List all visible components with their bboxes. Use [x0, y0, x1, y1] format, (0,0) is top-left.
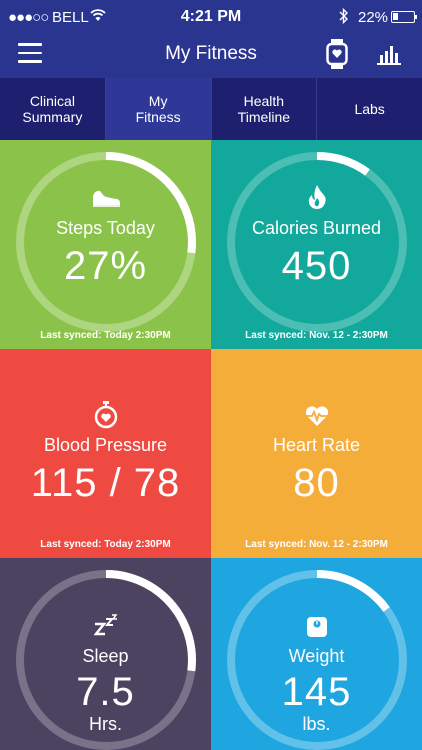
smartwatch-icon[interactable] — [326, 39, 348, 69]
heart-rate-tile[interactable]: Heart Rate 80 Last synced: Nov. 12 - 2:3… — [211, 349, 422, 558]
tab-labs[interactable]: Labs — [317, 78, 422, 140]
weight-value: 145 — [281, 670, 352, 714]
sleep-label: Sleep — [82, 646, 129, 666]
steps-tile[interactable]: Steps Today 27% Last synced: Today 2:30P… — [0, 140, 211, 349]
steps-value: 27% — [63, 244, 148, 288]
blood-pressure-value: 115 / 78 — [30, 461, 181, 505]
stopwatch-heart-icon — [93, 401, 119, 434]
calories-value: 450 — [281, 244, 352, 288]
blood-pressure-label: Blood Pressure — [43, 435, 168, 455]
weight-label: Weight — [288, 646, 345, 666]
tab-my-fitness[interactable]: My Fitness — [105, 78, 212, 140]
status-bar: ●●●○○ BELL 4:21 PM 22% — [0, 0, 422, 34]
sleep-tile[interactable]: Sleep 7.5 Hrs. — [0, 558, 211, 750]
steps-label: Steps Today — [56, 218, 155, 238]
heart-rate-last-synced: Last synced: Nov. 12 - 2:30PM — [245, 539, 388, 550]
zzz-icon — [92, 614, 118, 641]
tab-clinical-summary[interactable]: Clinical Summary — [0, 78, 106, 140]
weight-tile[interactable]: Weight 145 lbs. — [211, 558, 422, 750]
flame-icon — [306, 184, 328, 215]
shoe-icon — [91, 188, 121, 213]
bar-chart-icon[interactable] — [376, 43, 402, 65]
sleep-value: 7.5 — [76, 670, 135, 714]
section-tabs: Clinical Summary My Fitness Health Timel… — [0, 78, 422, 140]
calories-tile[interactable]: Calories Burned 450 Last synced: Nov. 12… — [211, 140, 422, 349]
sleep-unit: Hrs. — [89, 714, 122, 734]
heartbeat-icon — [304, 405, 330, 432]
scale-icon — [306, 616, 328, 643]
weight-unit: lbs. — [302, 714, 331, 734]
steps-last-synced: Last synced: Today 2:30PM — [40, 330, 171, 341]
tab-health-timeline[interactable]: Health Timeline — [212, 78, 318, 140]
blood-pressure-last-synced: Last synced: Today 2:30PM — [40, 539, 171, 550]
battery-percent: 22% — [358, 9, 389, 26]
bluetooth-icon — [339, 7, 349, 27]
navigation-bar: My Fitness — [0, 34, 422, 78]
page-title: My Fitness — [165, 43, 257, 64]
heart-rate-label: Heart Rate — [272, 435, 361, 455]
calories-label: Calories Burned — [251, 218, 382, 238]
heart-rate-value: 80 — [293, 461, 340, 505]
blood-pressure-tile[interactable]: Blood Pressure 115 / 78 Last synced: Tod… — [0, 349, 211, 558]
battery-icon — [391, 11, 417, 23]
calories-last-synced: Last synced: Nov. 12 - 2:30PM — [245, 330, 388, 341]
